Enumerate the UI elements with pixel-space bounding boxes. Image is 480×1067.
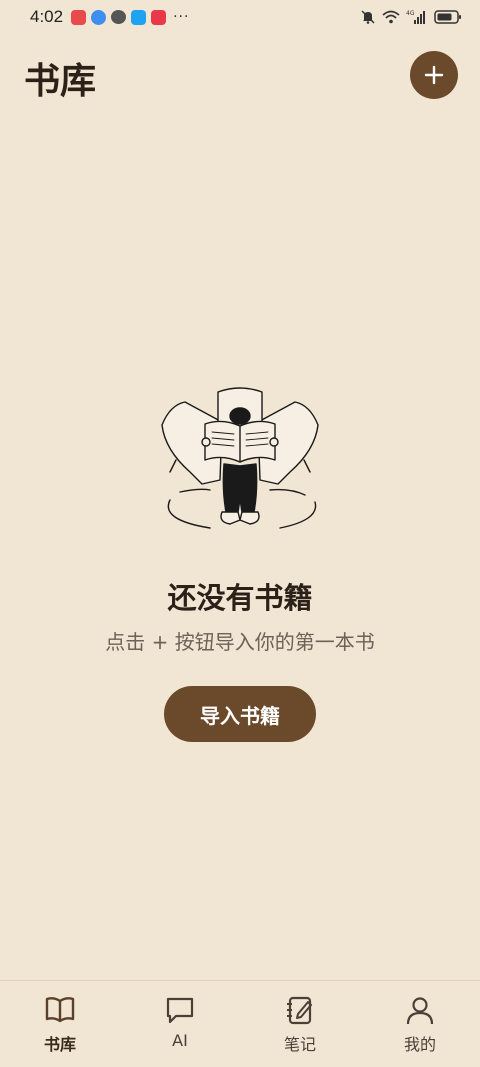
reading-person-illustration [161, 387, 319, 529]
import-books-button[interactable]: 导入书籍 [164, 686, 316, 742]
nav-label-notes: 笔记 [283, 1035, 316, 1054]
app-notification-icon [91, 9, 107, 25]
status-bar: 4:02 ··· 4G [0, 0, 480, 34]
plus-icon [424, 65, 444, 85]
empty-state-hint: 点击 + 按钮导入你的第一本书 [105, 630, 375, 654]
chat-bubble-icon [166, 997, 194, 1024]
nav-item-ai[interactable]: AI [120, 981, 240, 1067]
nav-item-library[interactable]: 书库 [0, 981, 120, 1067]
search-app-notification-icon [131, 9, 147, 25]
page-title: 书库 [24, 61, 97, 102]
nav-item-notes[interactable]: 笔记 [240, 981, 360, 1067]
status-indicators: 4G [360, 9, 462, 25]
wechat-notification-icon [111, 10, 127, 24]
notification-icons: ··· [71, 9, 189, 25]
network-type-label: 4G [406, 10, 415, 17]
app-notification-icon [151, 9, 167, 25]
nav-label-ai: AI [172, 1031, 188, 1050]
notebook-pen-icon [287, 996, 312, 1025]
nav-label-profile: 我的 [403, 1035, 436, 1054]
user-icon [406, 997, 434, 1025]
book-open-icon [45, 997, 75, 1023]
nav-label-library: 书库 [43, 1035, 76, 1054]
signal-icon: 4G [406, 10, 425, 24]
more-notifications-icon: ··· [173, 9, 190, 25]
add-book-button[interactable] [410, 51, 458, 99]
battery-icon [434, 10, 461, 24]
status-time: 4:02 [30, 7, 64, 26]
app-notification-icon [71, 9, 87, 25]
wifi-icon [382, 10, 400, 24]
mute-bell-icon [361, 10, 375, 24]
nav-item-profile[interactable]: 我的 [360, 981, 480, 1067]
empty-state-title: 还没有书籍 [167, 581, 313, 615]
bottom-nav: 书库 AI 笔记 我的 [0, 980, 480, 1067]
